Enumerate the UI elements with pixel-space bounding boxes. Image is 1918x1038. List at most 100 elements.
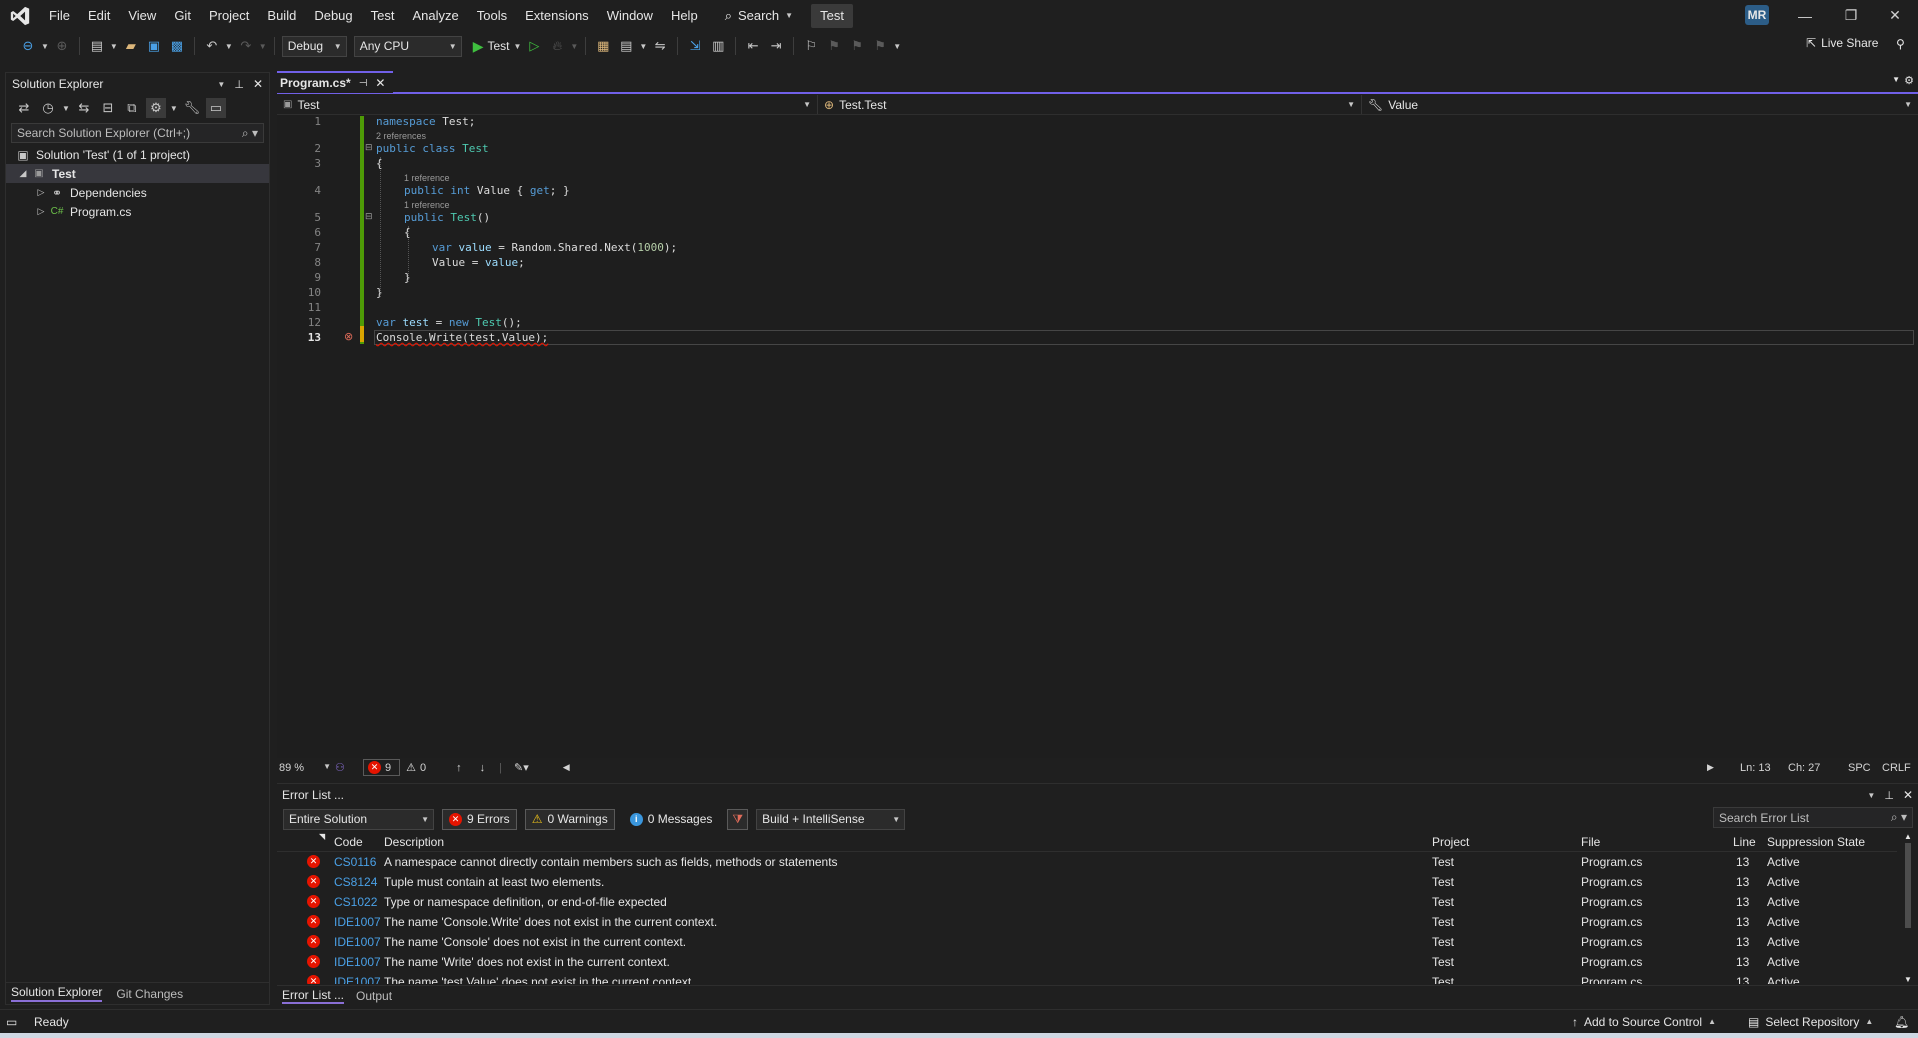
scroll-up-icon[interactable]: ▲: [1902, 832, 1914, 841]
show-all-files-icon[interactable]: ⧉: [122, 98, 142, 118]
chevron-down-icon[interactable]: ▼: [259, 42, 267, 51]
pin-icon[interactable]: ⊥: [1884, 789, 1894, 802]
chevron-down-icon[interactable]: ▼: [41, 42, 49, 51]
codelens-references[interactable]: 1 reference: [404, 200, 450, 210]
error-code-cell[interactable]: IDE1007: [334, 915, 381, 929]
start-debugging-button[interactable]: ▶ Test ▼: [473, 38, 522, 55]
table-row[interactable]: ✕ CS0116 A namespace cannot directly conta…: [277, 852, 1897, 872]
solution-name-badge[interactable]: Test: [811, 3, 853, 28]
switch-views-icon[interactable]: ⇄: [14, 98, 34, 118]
chevron-down-icon[interactable]: ▼: [893, 42, 901, 51]
indent-icon[interactable]: ⇥: [766, 36, 786, 56]
table-row[interactable]: ✕ IDE1007 The name 'Console.Write' does no…: [277, 912, 1897, 932]
close-icon[interactable]: ✕: [375, 76, 385, 90]
code-editor[interactable]: 1 2 3 4 5 6 7 8 9 10 11 12 13 ⊗ ⊟ ⊟ name…: [277, 115, 1918, 758]
scroll-down-icon[interactable]: ▼: [1902, 975, 1914, 984]
errors-filter-button[interactable]: ✕ 9 Errors: [442, 808, 517, 830]
messages-filter-button[interactable]: i 0 Messages: [623, 809, 720, 830]
warnings-filter-button[interactable]: ⚠ 0 Warnings: [524, 808, 615, 830]
collapse-all-icon[interactable]: ⊟: [98, 98, 118, 118]
close-window-button[interactable]: ✕: [1872, 0, 1918, 31]
error-code-cell[interactable]: IDE1007: [334, 975, 381, 984]
menu-git[interactable]: Git: [165, 0, 200, 31]
close-icon[interactable]: ✕: [1903, 788, 1913, 802]
column-header-description[interactable]: Description: [384, 835, 444, 849]
properties-icon[interactable]: 🔧︎: [182, 98, 202, 118]
select-repository-button[interactable]: ▤ Select Repository ▲: [1748, 1015, 1873, 1029]
pin-icon[interactable]: ⊣: [359, 78, 368, 89]
column-header-suppression-state[interactable]: Suppression State: [1767, 835, 1865, 849]
scroll-left-icon[interactable]: ◀: [563, 762, 570, 773]
column-header-code[interactable]: Code: [334, 835, 363, 849]
tab-output[interactable]: Output: [356, 989, 392, 1003]
whitespace-indicator[interactable]: SPC: [1848, 762, 1871, 774]
nav-project-dropdown[interactable]: ▣ Test ▼: [277, 95, 818, 114]
collapsed-arrow-icon[interactable]: ▷: [34, 206, 48, 217]
tab-git-changes[interactable]: Git Changes: [116, 987, 183, 1001]
error-code-cell[interactable]: IDE1007: [334, 955, 381, 969]
warning-count-indicator[interactable]: ⚠ 0: [406, 761, 426, 775]
scrollbar-thumb[interactable]: [1905, 843, 1911, 928]
table-row[interactable]: ✕ CS1022 Type or namespace definition, or …: [277, 892, 1897, 912]
outdent-icon[interactable]: ⇤: [743, 36, 763, 56]
tab-program-cs[interactable]: Program.cs* ⊣ ✕: [277, 71, 394, 93]
collapsed-arrow-icon[interactable]: ▷: [34, 187, 48, 198]
hot-reload-icon[interactable]: 🔥︎: [547, 36, 567, 56]
clear-bookmarks-icon[interactable]: ⚑: [870, 36, 890, 56]
menu-view[interactable]: View: [119, 0, 165, 31]
line-indicator[interactable]: Ln: 13: [1740, 762, 1771, 774]
table-row[interactable]: ✕ IDE1007 The name 'Console' does not exis…: [277, 932, 1897, 952]
preview-icon[interactable]: ▭: [205, 98, 226, 118]
collapse-icon[interactable]: ⊟: [365, 142, 373, 153]
code-cleanup-icon[interactable]: ✎▾: [514, 761, 529, 774]
new-project-icon[interactable]: ▤: [87, 36, 107, 56]
tab-error-list[interactable]: Error List ...: [282, 988, 345, 1004]
columns-icon[interactable]: ▥: [708, 36, 728, 56]
scroll-right-icon[interactable]: ▶: [1707, 762, 1714, 773]
line-ending-indicator[interactable]: CRLF: [1882, 762, 1911, 774]
tree-item-program-cs[interactable]: ▷ C# Program.cs: [6, 202, 269, 221]
live-share-button[interactable]: ⇱ Live Share: [1806, 36, 1878, 50]
filter-icon[interactable]: ⚙: [145, 98, 166, 118]
codelens-references[interactable]: 1 reference: [404, 173, 450, 183]
error-count-indicator[interactable]: ✕ 9: [363, 759, 401, 776]
nav-member-dropdown[interactable]: 🔧︎ Value ▼: [1362, 95, 1918, 114]
add-to-source-control-button[interactable]: ↑ Add to Source Control ▲: [1572, 1015, 1716, 1029]
error-code-cell[interactable]: CS8124: [334, 875, 377, 889]
menu-analyze[interactable]: Analyze: [403, 0, 467, 31]
step-into-icon[interactable]: ⇲: [685, 36, 705, 56]
menu-window[interactable]: Window: [598, 0, 662, 31]
menu-file[interactable]: File: [40, 0, 79, 31]
tree-item-project[interactable]: ◢ ▣ Test: [6, 164, 269, 183]
feedback-icon[interactable]: ⚲: [1896, 37, 1905, 51]
chevron-down-icon[interactable]: ▼: [639, 42, 647, 51]
platform-dropdown[interactable]: Any CPU ▼: [353, 35, 462, 57]
menu-help[interactable]: Help: [662, 0, 707, 31]
error-code-cell[interactable]: IDE1007: [334, 935, 381, 949]
collapse-icon[interactable]: ⊟: [365, 211, 373, 222]
chevron-down-icon[interactable]: ▼: [225, 42, 233, 51]
error-code-cell[interactable]: CS0116: [334, 855, 376, 869]
minimize-button[interactable]: —: [1782, 0, 1828, 31]
column-header-file[interactable]: File: [1581, 835, 1600, 849]
diagnostic-icon[interactable]: ⇋: [650, 36, 670, 56]
codelens-references[interactable]: 2 references: [376, 131, 426, 141]
pin-icon[interactable]: ⊥: [234, 78, 244, 91]
menu-build[interactable]: Build: [258, 0, 305, 31]
column-indicator[interactable]: Ch: 27: [1788, 762, 1820, 774]
chevron-down-icon[interactable]: ▼: [570, 42, 578, 51]
start-without-debugging-icon[interactable]: ▷: [524, 36, 544, 56]
panel-options-icon[interactable]: ▼: [217, 80, 225, 89]
tree-item-dependencies[interactable]: ▷ ⚭ Dependencies: [6, 183, 269, 202]
error-list-scrollbar[interactable]: ▲ ▼: [1902, 832, 1914, 984]
column-header-line[interactable]: Line: [1733, 835, 1756, 849]
tab-solution-explorer[interactable]: Solution Explorer: [11, 985, 103, 1002]
previous-issue-icon[interactable]: ↑: [456, 762, 462, 774]
next-bookmark-icon[interactable]: ⚑: [847, 36, 867, 56]
undo-icon[interactable]: ↶: [202, 36, 222, 56]
table-row[interactable]: ✕ IDE1007 The name 'Write' does not exist …: [277, 952, 1897, 972]
solution-explorer-search[interactable]: Search Solution Explorer (Ctrl+;) ⌕ ▾: [11, 123, 264, 143]
menu-tools[interactable]: Tools: [468, 0, 516, 31]
menu-debug[interactable]: Debug: [305, 0, 361, 31]
zoom-dropdown[interactable]: 89 % ▼: [279, 762, 335, 774]
